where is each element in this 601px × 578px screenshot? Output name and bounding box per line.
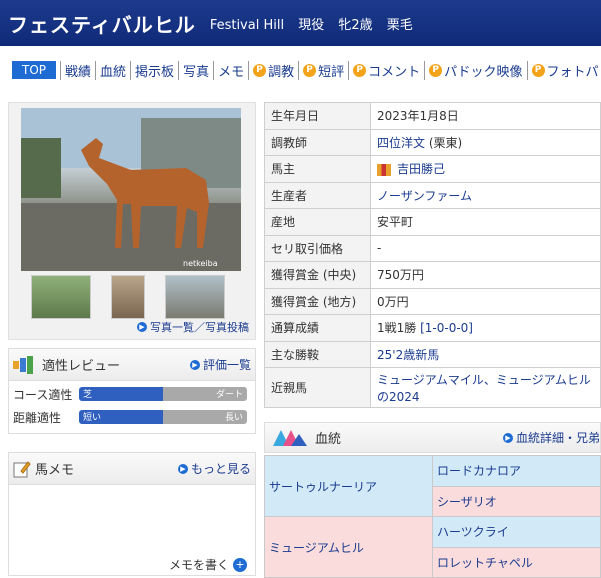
table-row: 生産者 ノーザンファーム xyxy=(264,181,601,209)
nav-item-photo-paddock[interactable]: Pフォトパドック xyxy=(526,60,601,80)
nav-item-training[interactable]: P 調教 xyxy=(248,60,298,80)
aptitude-review-panel: 適性レビュー ▶ 評価一覧 コース適性 芝 ダート 距離適性 短い 長い xyxy=(8,348,256,434)
nav-item-photo[interactable]: 写真 xyxy=(178,60,213,80)
horse-nav: TOP 戦績 血統 掲示板 写真 メモ P 調教 P 短評 P コメント P パドック映… xyxy=(0,58,601,82)
plus-icon: + xyxy=(233,557,247,572)
table-row: 馬主 吉田勝己 xyxy=(264,155,601,183)
course-aptitude-label: コース適性 xyxy=(13,387,73,402)
distance-aptitude-row: 距離適性 短い 長い xyxy=(9,407,255,427)
photo-thumbnails xyxy=(31,275,225,319)
arrow-right-icon: ▶ xyxy=(177,463,188,474)
nav-item-record[interactable]: 戦績 xyxy=(60,60,95,80)
arrow-right-icon: ▶ xyxy=(137,322,147,332)
photo-thumbnail[interactable] xyxy=(111,275,145,319)
premium-icon: P xyxy=(253,63,267,77)
svg-text:netkeiba: netkeiba xyxy=(183,259,218,268)
page-header: フェスティバルヒル Festival Hill 現役 牝2歳 栗毛 xyxy=(0,0,601,46)
pedigree-dam-sire[interactable]: ハーツクライ xyxy=(432,516,601,548)
trainer-link[interactable]: 四位洋文 xyxy=(377,136,425,150)
horse-memo-header: 馬メモ ▶ もっと見る xyxy=(9,453,255,485)
table-row: セリ取引価格 - xyxy=(264,234,601,262)
horse-name: フェスティバルヒル xyxy=(8,12,196,37)
table-row: 調教師 四位洋文 (栗東) xyxy=(264,128,601,156)
table-row: 通算成績 1戦1勝 [1-0-0-0] xyxy=(264,314,601,342)
horse-illustration: netkeiba xyxy=(21,108,241,271)
pedigree-sire[interactable]: サートゥルナーリア xyxy=(264,455,433,517)
review-list-link[interactable]: ▶ 評価一覧 xyxy=(189,356,251,373)
horse-subinfo: Festival Hill 現役 牝2歳 栗毛 xyxy=(210,14,423,33)
relatives-link[interactable]: ミュージアムマイル、ミュージアムヒルの2024 xyxy=(370,367,601,408)
nav-item-short-review[interactable]: P 短評 xyxy=(298,60,348,80)
nav-item-paddock-video[interactable]: P パドック映像 xyxy=(424,60,526,80)
table-row: 獲得賞金 (中央) 750万円 xyxy=(264,261,601,289)
memo-more-link[interactable]: ▶ もっと見る xyxy=(177,460,251,477)
pedigree-panel: 血統 ▶ 血統詳細・兄弟 サートゥルナーリア ロードカナロア シーザリオ ミュージ… xyxy=(264,422,601,578)
horse-memo-panel: 馬メモ ▶ もっと見る メモを書く + xyxy=(8,452,256,576)
photo-thumbnail[interactable] xyxy=(165,275,225,319)
pedigree-dam-dam[interactable]: ロレットチャペル xyxy=(432,546,601,578)
arrow-right-icon: ▶ xyxy=(189,359,200,370)
bar-chart-icon xyxy=(13,355,38,374)
premium-icon: P xyxy=(353,63,367,77)
pedigree-header: 血統 ▶ 血統詳細・兄弟 xyxy=(264,422,601,453)
pedigree-sire-dam[interactable]: シーザリオ xyxy=(432,485,601,517)
nav-item-bbs[interactable]: 掲示板 xyxy=(130,60,178,80)
breeder-link[interactable]: ノーザンファーム xyxy=(370,181,601,209)
memo-pencil-icon xyxy=(13,460,31,477)
distance-aptitude-meter: 短い 長い xyxy=(79,410,247,424)
table-row: 産地 安平町 xyxy=(264,208,601,236)
nav-item-comment[interactable]: P コメント xyxy=(348,60,424,80)
horse-profile-table: 生年月日 2023年1月8日 調教師 四位洋文 (栗東) 馬主 吉田勝己 生産者 ノーザ… xyxy=(264,102,601,408)
pedigree-dam[interactable]: ミュージアムヒル xyxy=(264,516,433,578)
horse-main-photo[interactable]: netkeiba xyxy=(21,108,241,271)
photo-panel: netkeiba ▶ 写真一覧／写真投稿 xyxy=(8,102,256,340)
write-memo-button[interactable]: メモを書く + xyxy=(169,556,247,573)
nav-top-tab[interactable]: TOP xyxy=(12,61,57,79)
premium-icon: P xyxy=(429,63,443,77)
course-aptitude-row: コース適性 芝 ダート xyxy=(9,384,255,404)
arrow-right-icon: ▶ xyxy=(502,432,513,443)
pedigree-table: サートゥルナーリア ロードカナロア シーザリオ ミュージアムヒル ハーツクライ … xyxy=(264,455,601,578)
aptitude-review-title: 適性レビュー xyxy=(42,359,121,374)
horse-memo-title: 馬メモ xyxy=(35,463,75,478)
owner-link[interactable]: 吉田勝己 xyxy=(397,162,445,176)
table-row: 生年月日 2023年1月8日 xyxy=(264,102,601,130)
table-row: 獲得賞金 (地方) 0万円 xyxy=(264,287,601,315)
main-win-link[interactable]: 25'2歳新馬 xyxy=(370,340,601,368)
table-row: 主な勝鞍 25'2歳新馬 xyxy=(264,340,601,368)
nav-item-memo[interactable]: メモ xyxy=(213,60,248,80)
horse-status: 現役 xyxy=(298,17,325,33)
pedigree-title: 血統 xyxy=(315,432,342,447)
horse-sex-age: 牝2歳 xyxy=(338,17,373,33)
photo-thumbnail[interactable] xyxy=(31,275,91,319)
course-aptitude-meter: 芝 ダート xyxy=(79,387,247,401)
record-detail-link[interactable]: [1-0-0-0] xyxy=(420,321,473,335)
owner-silks-icon xyxy=(377,163,391,176)
premium-icon: P xyxy=(531,63,545,77)
aptitude-review-header: 適性レビュー ▶ 評価一覧 xyxy=(9,349,255,381)
table-row: 近親馬 ミュージアムマイル、ミュージアムヒルの2024 xyxy=(264,367,601,408)
nav-item-pedigree[interactable]: 血統 xyxy=(95,60,130,80)
pedigree-detail-link[interactable]: ▶ 血統詳細・兄弟 xyxy=(502,429,600,446)
photo-links[interactable]: ▶ 写真一覧／写真投稿 xyxy=(137,319,249,335)
horse-color: 栗毛 xyxy=(386,17,413,33)
pedigree-logo-icon xyxy=(273,429,307,446)
pedigree-sire-sire[interactable]: ロードカナロア xyxy=(432,455,601,487)
horse-name-en: Festival Hill xyxy=(209,17,285,33)
premium-icon: P xyxy=(303,63,317,77)
distance-aptitude-label: 距離適性 xyxy=(13,410,62,425)
